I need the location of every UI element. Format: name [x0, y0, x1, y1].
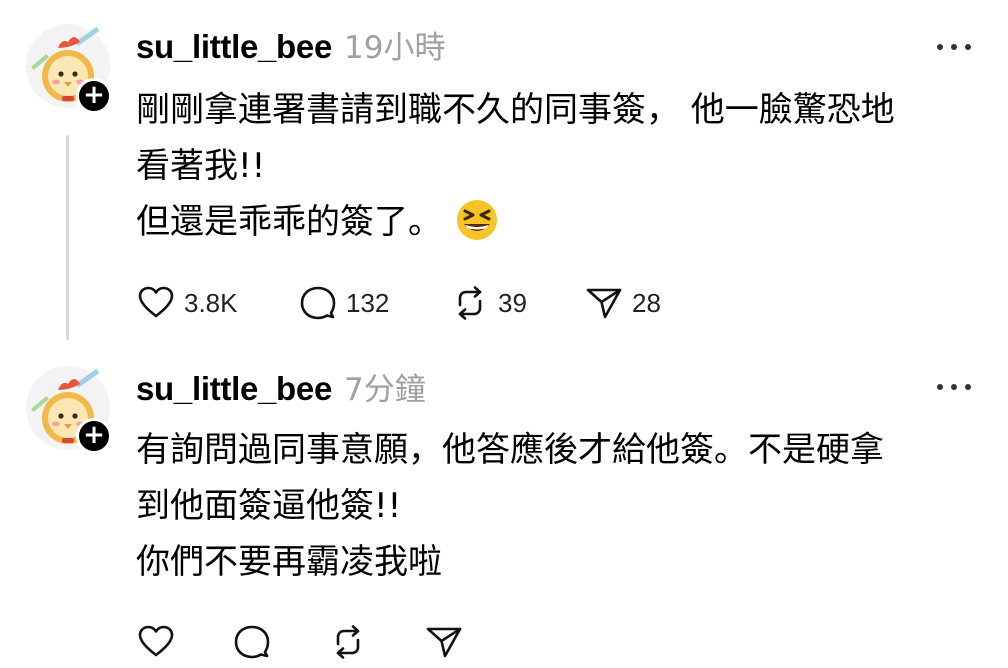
post-line: 有詢問過同事意願，他答應後才給他簽。不是硬拿 [136, 430, 884, 470]
post-header: su_little_bee 7分鐘 [136, 364, 426, 412]
send-paper-plane-icon [586, 288, 622, 319]
share-button[interactable]: 28 [584, 283, 661, 323]
like-button[interactable]: 3.8K [136, 283, 298, 323]
like-count: 3.8K [184, 287, 238, 318]
reply-button[interactable]: 132 [298, 283, 450, 323]
repost-button[interactable] [328, 622, 424, 662]
follow-plus-icon[interactable]: + [76, 418, 112, 454]
share-count: 28 [632, 287, 661, 318]
repost-arrows-icon [458, 286, 482, 320]
action-bar: 3.8K 132 39 28 [136, 281, 661, 325]
comment-bubble-icon [300, 286, 336, 320]
comment-bubble-icon [234, 625, 270, 659]
username[interactable]: su_little_bee [136, 28, 332, 66]
timestamp: 7分鐘 [344, 372, 426, 408]
thread-line [66, 135, 69, 340]
post-body: 剛剛拿連署書請到職不久的同事簽， 他一臉驚恐地 看著我!! 但還是乖乖的簽了。 [136, 82, 986, 250]
post-line: 剛剛拿連署書請到職不久的同事簽， 他一臉驚恐地 [136, 90, 895, 130]
post-line-text: 但還是乖乖的簽了。 [136, 202, 442, 242]
action-bar [136, 620, 520, 664]
more-dots-icon[interactable] [934, 380, 974, 394]
reply-button[interactable] [232, 622, 328, 662]
post-2: + su_little_bee 7分鐘 有詢問過同事意願，他答應後才給他簽。不是… [0, 350, 1008, 668]
more-dots-icon[interactable] [934, 40, 974, 54]
send-paper-plane-icon [426, 627, 462, 658]
post-line: 到他面簽逼他簽!! [136, 486, 402, 526]
follow-plus-icon[interactable]: + [76, 78, 112, 114]
username[interactable]: su_little_bee [136, 370, 332, 408]
post-line: 看著我!! [136, 146, 266, 186]
reply-count: 132 [346, 287, 390, 318]
repost-count: 39 [498, 287, 527, 318]
post-line: 但還是乖乖的簽了。 [136, 194, 986, 250]
like-button[interactable] [136, 622, 232, 662]
post-header: su_little_bee 19小時 [136, 22, 445, 70]
repost-button[interactable]: 39 [450, 283, 584, 323]
timestamp: 19小時 [344, 30, 446, 66]
grinning-squinting-face-icon [457, 200, 497, 240]
repost-arrows-icon [336, 625, 360, 659]
heart-icon [138, 286, 174, 318]
post-1: + su_little_bee 19小時 剛剛拿連署書請到職不久的同事簽， 他一… [0, 0, 1008, 350]
post-line: 你們不要再霸凌我啦 [136, 542, 442, 582]
share-button[interactable] [424, 622, 520, 662]
post-body: 有詢問過同事意願，他答應後才給他簽。不是硬拿 到他面簽逼他簽!! 你們不要再霸凌… [136, 422, 986, 590]
heart-icon [138, 625, 174, 657]
